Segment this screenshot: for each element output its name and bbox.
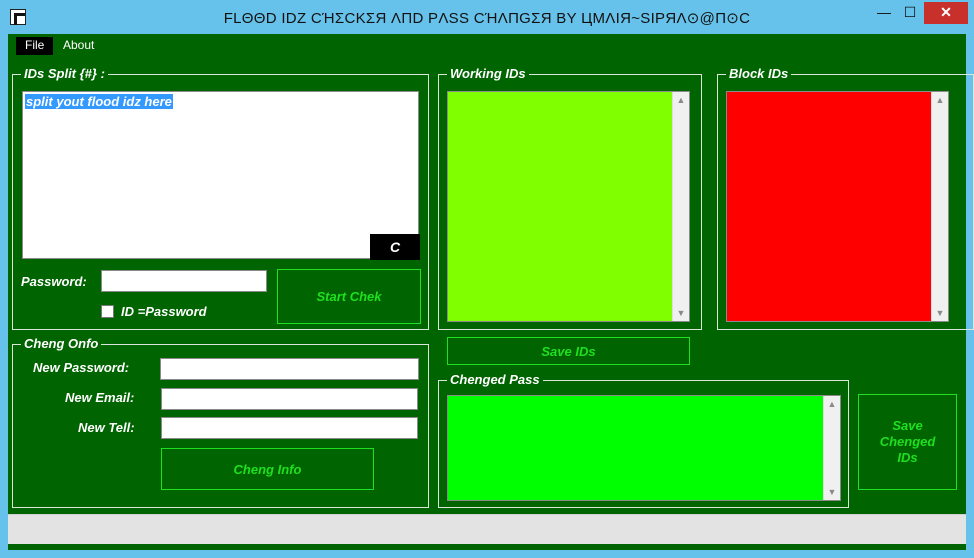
cheng-info-button[interactable]: Cheng Info — [161, 448, 374, 490]
new-email-input[interactable] — [161, 388, 418, 410]
id-password-checkbox[interactable] — [101, 305, 114, 318]
password-label: Password: — [21, 274, 87, 289]
menu-file[interactable]: File — [16, 37, 54, 55]
scroll-down-icon[interactable]: ▼ — [824, 484, 840, 500]
working-ids-list[interactable]: ▲ ▼ — [447, 91, 690, 322]
scroll-up-icon[interactable]: ▲ — [932, 92, 948, 108]
minimize-button[interactable]: — — [872, 2, 896, 24]
app-window: FLΘΘD IDZ CΉΣCKΣЯ ΛПD PΛSS CΉΛПGΣЯ BY ЦM… — [0, 0, 974, 558]
client-area: File About IDs Split {#} : split yout fl… — [8, 34, 974, 550]
status-bar — [8, 514, 966, 544]
block-ids-legend: Block IDs — [726, 66, 792, 81]
menu-about[interactable]: About — [54, 37, 103, 55]
new-password-input[interactable] — [160, 358, 419, 380]
changed-pass-group: Chenged Pass ▲ ▼ — [438, 372, 849, 508]
id-password-label: ID =Password — [121, 304, 207, 319]
clear-button[interactable]: C — [370, 234, 420, 260]
menu-bar: File About — [8, 34, 966, 56]
changed-pass-list[interactable]: ▲ ▼ — [447, 395, 841, 501]
working-ids-legend: Working IDs — [447, 66, 529, 81]
new-email-label: New Email: — [65, 390, 135, 405]
block-ids-list[interactable]: ▲ ▼ — [726, 91, 949, 322]
working-ids-group: Working IDs ▲ ▼ — [438, 66, 702, 330]
start-check-button[interactable]: Start Chek — [277, 269, 421, 324]
ids-split-legend: IDs Split {#} : — [21, 66, 108, 81]
cheng-info-group: Cheng Onfo New Password: New Email: New … — [12, 336, 429, 508]
close-button[interactable]: ✕ — [924, 2, 968, 24]
window-title: FLΘΘD IDZ CΉΣCKΣЯ ΛПD PΛSS CΉΛПGΣЯ BY ЦM… — [223, 10, 751, 27]
scroll-down-icon[interactable]: ▼ — [673, 305, 689, 321]
new-password-label: New Password: — [33, 360, 130, 375]
scroll-down-icon[interactable]: ▼ — [932, 305, 948, 321]
cheng-info-legend: Cheng Onfo — [21, 336, 102, 351]
maximize-button[interactable]: ☐ — [898, 2, 922, 24]
working-ids-scrollbar[interactable]: ▲ ▼ — [672, 92, 689, 321]
save-ids-button[interactable]: Save IDs — [447, 337, 690, 365]
changed-pass-legend: Chenged Pass — [447, 372, 543, 387]
scroll-up-icon[interactable]: ▲ — [673, 92, 689, 108]
changed-pass-scrollbar[interactable]: ▲ ▼ — [823, 396, 840, 500]
scroll-up-icon[interactable]: ▲ — [824, 396, 840, 412]
ids-split-text: split yout flood idz here — [25, 94, 173, 109]
password-input[interactable] — [101, 270, 267, 292]
new-tell-input[interactable] — [161, 417, 418, 439]
new-tell-label: New Tell: — [78, 420, 135, 435]
block-ids-scrollbar[interactable]: ▲ ▼ — [931, 92, 948, 321]
ids-split-textarea[interactable]: split yout flood idz here C — [22, 91, 420, 260]
ids-split-group: IDs Split {#} : split yout flood idz her… — [12, 66, 429, 330]
save-changed-ids-button[interactable]: Save Chenged IDs — [858, 394, 957, 490]
block-ids-group: Block IDs ▲ ▼ — [717, 66, 974, 330]
title-bar[interactable]: FLΘΘD IDZ CΉΣCKΣЯ ΛПD PΛSS CΉΛПGΣЯ BY ЦM… — [0, 0, 974, 34]
